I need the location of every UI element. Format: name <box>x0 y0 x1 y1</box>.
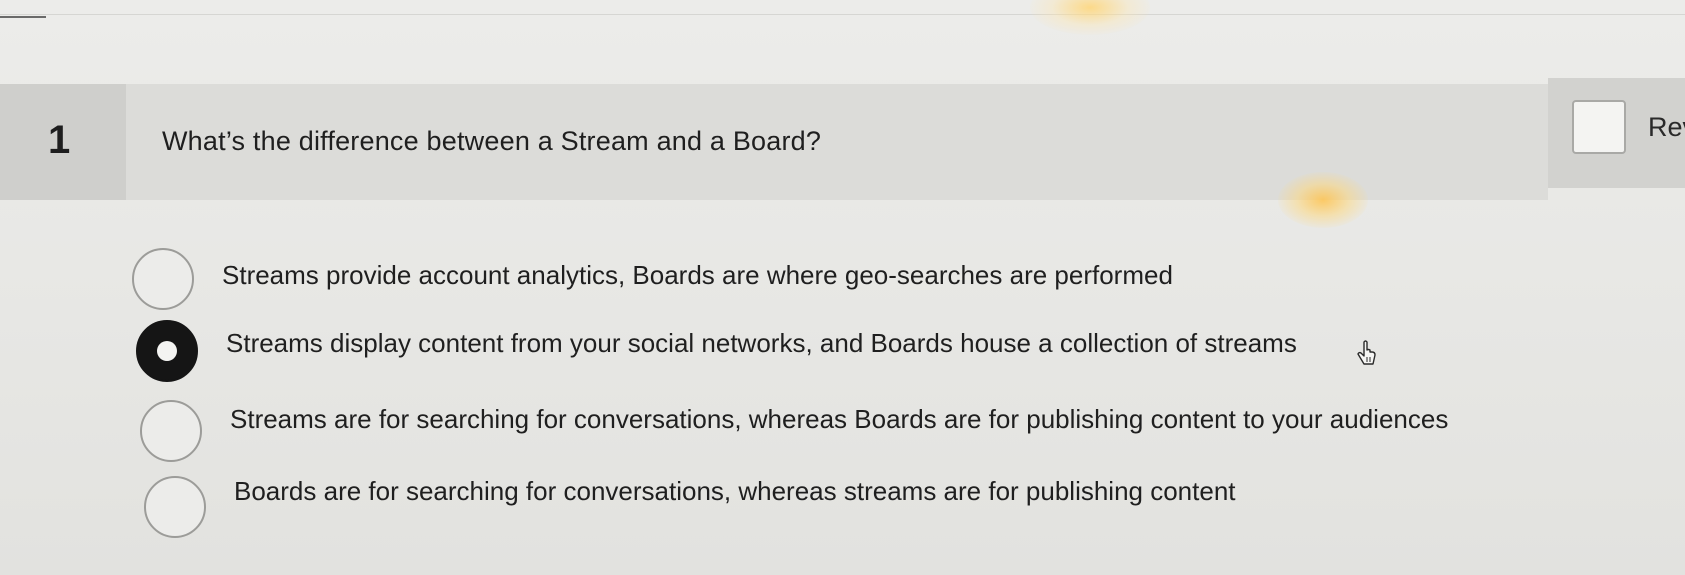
review-label: Rev <box>1648 112 1685 142</box>
answer-option[interactable]: Streams are for searching for conversati… <box>0 400 1685 470</box>
review-checkbox[interactable] <box>1572 100 1626 154</box>
screen-glare-mid <box>1278 172 1368 228</box>
answer-option[interactable]: Streams display content from your social… <box>0 314 1685 384</box>
quiz-page: 1 What’s the difference between a Stream… <box>0 0 1685 575</box>
top-rule <box>0 16 46 18</box>
answer-option-label: Streams provide account analytics, Board… <box>222 260 1173 290</box>
screen-glare <box>1030 0 1150 35</box>
question-row: 1 What’s the difference between a Stream… <box>0 78 1685 200</box>
radio-button[interactable] <box>140 400 202 462</box>
answer-option[interactable]: Streams provide account analytics, Board… <box>0 240 1685 310</box>
hand-pointer-icon <box>1357 340 1376 365</box>
answer-option[interactable]: Boards are for searching for conversatio… <box>0 476 1685 546</box>
answer-option-label: Boards are for searching for conversatio… <box>234 476 1236 506</box>
top-divider <box>0 14 1685 15</box>
question-number: 1 <box>48 118 71 162</box>
answer-option-label: Streams are for searching for conversati… <box>230 404 1449 434</box>
radio-button[interactable] <box>132 248 194 310</box>
radio-button[interactable] <box>144 476 206 538</box>
radio-selected-dot <box>157 341 177 361</box>
radio-button-selected[interactable] <box>136 320 198 382</box>
question-text: What’s the difference between a Stream a… <box>162 126 822 156</box>
question-number-cell: 1 <box>0 84 126 200</box>
answer-option-label: Streams display content from your social… <box>226 328 1297 358</box>
review-cell: Rev <box>1548 78 1685 188</box>
